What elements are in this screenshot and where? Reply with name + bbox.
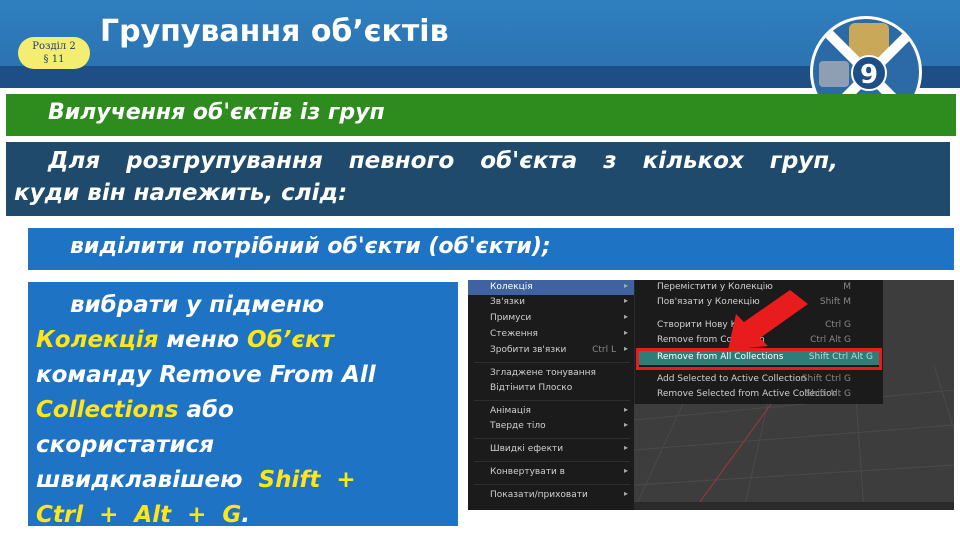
- step-2-line-5: скористатися: [36, 432, 214, 458]
- intro-line-1: Для розгрупування певного об'єкта з кіль…: [48, 148, 838, 174]
- menu-separator: [474, 461, 630, 462]
- step-2-line-7: Ctrl + Alt + G.: [36, 498, 250, 533]
- menu-item-collection[interactable]: Колекція ▸: [468, 280, 634, 295]
- step-2-line-4: Collections або: [36, 393, 234, 428]
- step-2-line-1: вибрати у підменю: [70, 292, 325, 318]
- menu-item-constraints[interactable]: Примуси ▸: [468, 311, 634, 326]
- step-2-box: вибрати у підменю Колекція меню Об’єкт к…: [28, 282, 458, 528]
- step-2-text-or: або: [178, 397, 234, 423]
- red-arrow-icon: [728, 290, 808, 350]
- keyword-object: Об’єкт: [247, 327, 334, 353]
- menu-separator: [474, 438, 630, 439]
- highlight-frame: [636, 348, 882, 370]
- keyword-collection: Колекція: [36, 327, 159, 353]
- menu-item-rigid-body[interactable]: Тверде тіло ▸: [468, 419, 634, 434]
- menu-item-shade-flat[interactable]: Відтінити Плоско: [468, 381, 634, 396]
- step-1-text: виділити потрібний об'єкти (об'єкти);: [70, 234, 551, 259]
- menu-separator: [474, 484, 630, 485]
- menu-item-make-links[interactable]: Зробити зв'язки Ctrl L ▸: [468, 343, 634, 358]
- step-2-line-3: команду Remove From All: [36, 362, 376, 388]
- grade-number: 9: [851, 55, 887, 91]
- badge-paragraph: § 11: [43, 54, 65, 65]
- step-2-text-shortcut: швидклавішею: [36, 467, 259, 493]
- menu-item-animation[interactable]: Анімація ▸: [468, 404, 634, 419]
- menu-item-relations[interactable]: Зв'язки ▸: [468, 295, 634, 310]
- slide-title: Групування об’єктів: [100, 14, 449, 49]
- submenu-add-selected-to-active[interactable]: Add Selected to Active Collection Shift C…: [635, 372, 883, 387]
- menu-separator: [474, 362, 630, 363]
- keyword-ctrl-alt-g: Ctrl + Alt + G: [36, 502, 242, 528]
- viewport-bottom-strip: [634, 502, 954, 510]
- menu-item-shade-smooth[interactable]: Згладжене тонування: [468, 366, 634, 381]
- logo-photo-icon-2: [819, 61, 849, 87]
- submenu-remove-selected-from-active[interactable]: Remove Selected from Active Collection Sh…: [635, 387, 883, 402]
- menu-item-convert-to[interactable]: Конвертувати в ▸: [468, 465, 634, 480]
- section-heading-bar: Вилучення об'єктів із груп: [6, 94, 956, 136]
- step-2-period: .: [241, 502, 251, 528]
- blender-menu-screenshot: Колекція ▸ Зв'язки ▸ Примуси ▸ Стеження ▸ Зр…: [468, 280, 954, 510]
- menu-item-track[interactable]: Стеження ▸: [468, 327, 634, 342]
- intro-box: Для розгрупування певного об'єкта з кіль…: [6, 142, 950, 216]
- step-1-bar: виділити потрібний об'єкти (об'єкти);: [28, 228, 954, 270]
- menu-item-quick-effects[interactable]: Швидкі ефекти ▸: [468, 442, 634, 457]
- intro-line-2: куди він належить, слід:: [14, 180, 348, 206]
- menu-item-show-hide[interactable]: Показати/приховати ▸: [468, 488, 634, 503]
- step-2-line-6: швидклавішею Shift +: [36, 463, 356, 498]
- keyword-collections: Collections: [36, 397, 179, 423]
- keyword-shift: Shift +: [258, 467, 356, 493]
- step-2-text-menu: меню: [158, 327, 248, 353]
- object-menu: Колекція ▸ Зв'язки ▸ Примуси ▸ Стеження ▸ Зр…: [468, 280, 634, 510]
- menu-separator: [474, 400, 630, 401]
- section-badge: Розділ 2 § 11: [18, 37, 90, 69]
- step-2-line-2: Колекція меню Об’єкт: [36, 323, 334, 358]
- section-heading: Вилучення об'єктів із груп: [48, 100, 385, 125]
- badge-section: Розділ 2: [32, 41, 76, 52]
